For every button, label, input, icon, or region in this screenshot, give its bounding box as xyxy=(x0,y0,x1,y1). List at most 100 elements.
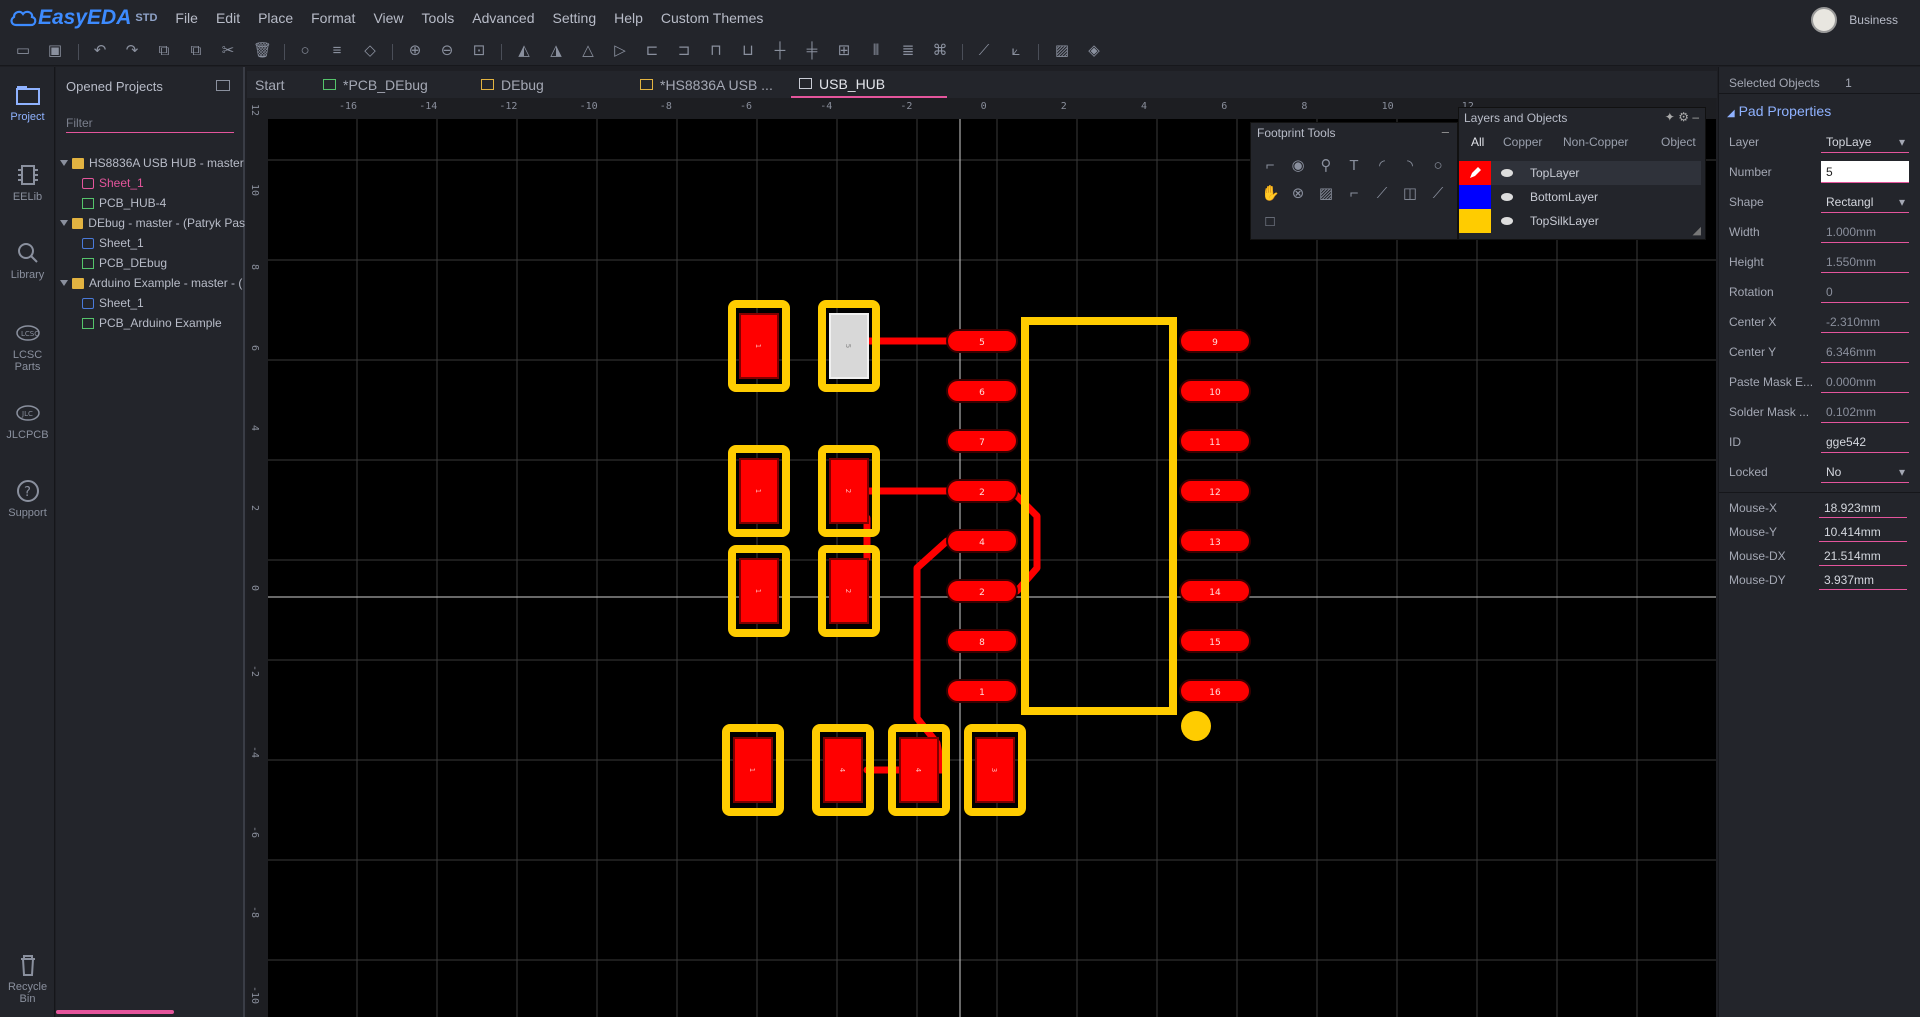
menu-help[interactable]: Help xyxy=(614,10,643,26)
tab-start[interactable]: Start xyxy=(255,71,285,98)
layer-row-toplayer[interactable]: TopLayer xyxy=(1459,161,1701,185)
property-value[interactable]: 0.102mm xyxy=(1821,401,1909,423)
collapse-arrow-icon[interactable] xyxy=(60,160,68,166)
dimension-icon[interactable]: ⌐ xyxy=(1345,185,1363,203)
zoom-out-icon[interactable]: ⊖ xyxy=(439,43,455,59)
property-value[interactable]: -2.310mm xyxy=(1821,311,1909,333)
open-folder-icon[interactable]: ▭ xyxy=(15,43,31,59)
align-center-v-icon[interactable]: ╪ xyxy=(804,43,820,59)
tree-item-project[interactable]: DEbug - master - (Patryk Pas xyxy=(60,214,245,232)
hole-icon[interactable]: ⊗ xyxy=(1289,185,1307,203)
nav-lcsc-parts[interactable]: LCSC LCSC Parts xyxy=(0,321,55,373)
menu-format[interactable]: Format xyxy=(311,10,355,26)
redo-icon[interactable]: ↷ xyxy=(124,43,140,59)
pad-properties-header[interactable]: ◢ Pad Properties xyxy=(1727,103,1831,119)
collapse-arrow-icon[interactable]: ◢ xyxy=(1727,108,1735,119)
property-select[interactable]: No ▾ xyxy=(1821,461,1909,483)
nav-library[interactable]: Library xyxy=(0,241,55,281)
pad-icon[interactable]: ◉ xyxy=(1289,157,1307,175)
group-icon[interactable]: ⌘ xyxy=(932,43,948,59)
layers-tab-all[interactable]: All xyxy=(1471,135,1484,149)
layers-tab-non-copper[interactable]: Non-Copper xyxy=(1563,135,1628,149)
layer-color-swatch[interactable] xyxy=(1459,161,1491,185)
align-right-icon[interactable]: ⊐ xyxy=(676,43,692,59)
menu-custom-themes[interactable]: Custom Themes xyxy=(661,10,763,26)
menu-place[interactable]: Place xyxy=(258,10,293,26)
chevron-down-icon[interactable]: ▾ xyxy=(1899,135,1905,149)
paste-icon[interactable]: ⧉ xyxy=(188,43,204,59)
image-icon[interactable]: ▨ xyxy=(1317,185,1335,203)
minimize-icon[interactable]: – xyxy=(1692,110,1699,124)
layers-icon[interactable]: ◈ xyxy=(1086,43,1102,59)
resize-grip-icon[interactable]: ◢ xyxy=(1693,224,1701,237)
collapse-arrow-icon[interactable] xyxy=(60,280,68,286)
eraser-icon[interactable]: ◇ xyxy=(362,43,378,59)
gear-icon[interactable]: ⚙ xyxy=(1678,110,1689,124)
delete-icon[interactable]: 🗑 xyxy=(253,43,272,59)
tree-item-sheet[interactable]: Sheet_1 xyxy=(82,294,144,312)
property-value[interactable]: 1.000mm xyxy=(1821,221,1909,243)
user-name[interactable]: Business xyxy=(1849,13,1898,27)
tab-pcb-debug[interactable]: *PCB_DEbug xyxy=(323,71,428,98)
eye-icon[interactable] xyxy=(1501,169,1513,177)
tree-item-pcb[interactable]: PCB_Arduino Example xyxy=(82,314,222,332)
tree-item-project[interactable]: Arduino Example - master - ( xyxy=(60,274,245,292)
layer-color-swatch[interactable] xyxy=(1459,209,1491,233)
eye-icon[interactable] xyxy=(1501,193,1513,201)
panel-scrollbar[interactable] xyxy=(56,1010,174,1014)
tab-usb-hub[interactable]: USB_HUB xyxy=(791,71,947,98)
minimize-icon[interactable]: – xyxy=(1442,124,1449,139)
align-top-icon[interactable]: ⊓ xyxy=(708,43,724,59)
tree-item-pcb[interactable]: PCB_DEbug xyxy=(82,254,167,272)
hand-icon[interactable]: ✋ xyxy=(1261,185,1280,203)
layer-row-topsilklayer[interactable]: TopSilkLayer xyxy=(1459,209,1701,233)
property-value[interactable]: 0 xyxy=(1821,281,1909,303)
menu-tools[interactable]: Tools xyxy=(422,10,455,26)
find-replace-icon[interactable]: ≡ xyxy=(329,43,345,59)
avatar[interactable] xyxy=(1811,7,1838,33)
tree-item-project[interactable]: HS8836A USB HUB - master xyxy=(60,154,245,172)
flip-vertical-icon[interactable]: ▷ xyxy=(612,43,628,59)
circle-icon[interactable]: ○ xyxy=(1429,157,1447,175)
collapse-arrow-icon[interactable] xyxy=(60,220,68,226)
panel-controls[interactable]: ✦ ⚙ – xyxy=(1665,110,1699,124)
menu-setting[interactable]: Setting xyxy=(553,10,597,26)
tree-item-sheet[interactable]: Sheet_1 xyxy=(82,234,144,252)
via-icon[interactable]: ⚲ xyxy=(1317,157,1335,175)
property-value[interactable]: 0.000mm xyxy=(1821,371,1909,393)
align-left-icon[interactable]: ⊏ xyxy=(644,43,660,59)
property-value[interactable]: gge542 xyxy=(1821,431,1909,453)
align-bottom-icon[interactable]: ⊔ xyxy=(740,43,756,59)
measure-icon[interactable]: ⟋ xyxy=(976,43,992,59)
fit-view-icon[interactable]: ⊡ xyxy=(471,43,487,59)
tab-debug[interactable]: DEbug xyxy=(481,71,544,98)
nav-support[interactable]: ? Support xyxy=(0,479,55,519)
arc-ccw-icon[interactable]: ◝ xyxy=(1401,157,1419,175)
copy-icon[interactable]: ⧉ xyxy=(156,43,172,59)
property-value[interactable]: 5 xyxy=(1821,161,1909,183)
property-value[interactable]: 6.346mm xyxy=(1821,341,1909,363)
arc-icon[interactable]: ◜ xyxy=(1373,157,1391,175)
measure-icon[interactable]: ⟋ xyxy=(1429,185,1447,203)
undo-icon[interactable]: ↶ xyxy=(92,43,108,59)
filter-input[interactable] xyxy=(66,113,234,133)
app-logo[interactable]: EasyEDA STD xyxy=(8,6,157,30)
zoom-in-icon[interactable]: ⊕ xyxy=(407,43,423,59)
menu-edit[interactable]: Edit xyxy=(216,10,240,26)
property-select[interactable]: TopLaye ▾ xyxy=(1821,131,1909,153)
search-icon[interactable]: ○ xyxy=(297,43,313,59)
cut-icon[interactable]: ✂ xyxy=(220,43,236,59)
eye-icon[interactable] xyxy=(1501,217,1513,225)
distribute-v-icon[interactable]: ≣ xyxy=(900,43,916,59)
solid-region-icon[interactable]: ◫ xyxy=(1401,185,1419,203)
track-icon[interactable]: ⌐ xyxy=(1261,157,1279,175)
text-icon[interactable]: T xyxy=(1345,157,1363,175)
save-icon[interactable]: ▣ xyxy=(47,43,63,59)
layer-row-bottomlayer[interactable]: BottomLayer xyxy=(1459,185,1701,209)
user-area[interactable]: Business xyxy=(1811,7,1898,33)
tree-item-sheet[interactable]: Sheet_1 xyxy=(82,174,144,192)
nav-project[interactable]: Project xyxy=(0,83,55,123)
layers-tab-copper[interactable]: Copper xyxy=(1503,135,1542,149)
chevron-down-icon[interactable]: ▾ xyxy=(1899,195,1905,209)
menu-file[interactable]: File xyxy=(175,10,198,26)
